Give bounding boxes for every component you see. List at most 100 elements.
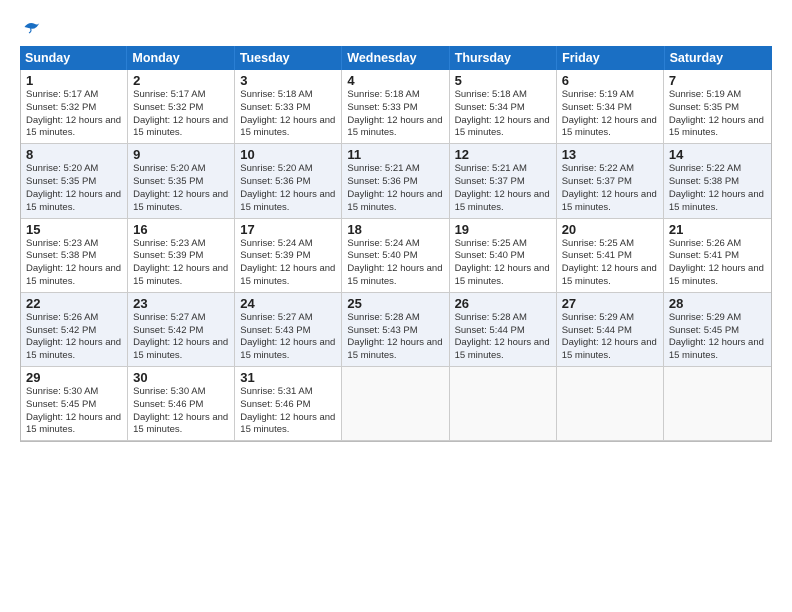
cell-info: Sunrise: 5:25 AMSunset: 5:41 PMDaylight:… (562, 238, 658, 289)
cell-info: Sunrise: 5:31 AMSunset: 5:46 PMDaylight:… (240, 386, 336, 437)
day-number: 19 (455, 222, 551, 237)
calendar-cell: 14Sunrise: 5:22 AMSunset: 5:38 PMDayligh… (664, 144, 771, 217)
logo (20, 18, 41, 36)
calendar-body: 1Sunrise: 5:17 AMSunset: 5:32 PMDaylight… (21, 70, 771, 441)
calendar-cell: 26Sunrise: 5:28 AMSunset: 5:44 PMDayligh… (450, 293, 557, 366)
day-number: 8 (26, 147, 122, 162)
day-number: 30 (133, 370, 229, 385)
calendar-cell (450, 367, 557, 440)
calendar-cell: 23Sunrise: 5:27 AMSunset: 5:42 PMDayligh… (128, 293, 235, 366)
day-number: 2 (133, 73, 229, 88)
cell-info: Sunrise: 5:26 AMSunset: 5:41 PMDaylight:… (669, 238, 766, 289)
day-number: 25 (347, 296, 443, 311)
day-number: 11 (347, 147, 443, 162)
calendar-cell: 12Sunrise: 5:21 AMSunset: 5:37 PMDayligh… (450, 144, 557, 217)
cell-info: Sunrise: 5:18 AMSunset: 5:33 PMDaylight:… (347, 89, 443, 140)
calendar-header: SundayMondayTuesdayWednesdayThursdayFrid… (20, 46, 772, 70)
day-number: 23 (133, 296, 229, 311)
header (20, 18, 772, 36)
calendar-cell: 29Sunrise: 5:30 AMSunset: 5:45 PMDayligh… (21, 367, 128, 440)
calendar-cell: 15Sunrise: 5:23 AMSunset: 5:38 PMDayligh… (21, 219, 128, 292)
day-number: 17 (240, 222, 336, 237)
calendar-cell: 7Sunrise: 5:19 AMSunset: 5:35 PMDaylight… (664, 70, 771, 143)
cell-info: Sunrise: 5:17 AMSunset: 5:32 PMDaylight:… (26, 89, 122, 140)
calendar-cell: 1Sunrise: 5:17 AMSunset: 5:32 PMDaylight… (21, 70, 128, 143)
cell-info: Sunrise: 5:21 AMSunset: 5:36 PMDaylight:… (347, 163, 443, 214)
calendar-cell: 18Sunrise: 5:24 AMSunset: 5:40 PMDayligh… (342, 219, 449, 292)
cell-info: Sunrise: 5:29 AMSunset: 5:44 PMDaylight:… (562, 312, 658, 363)
cell-info: Sunrise: 5:27 AMSunset: 5:43 PMDaylight:… (240, 312, 336, 363)
calendar-cell: 8Sunrise: 5:20 AMSunset: 5:35 PMDaylight… (21, 144, 128, 217)
calendar-cell: 3Sunrise: 5:18 AMSunset: 5:33 PMDaylight… (235, 70, 342, 143)
calendar-cell: 4Sunrise: 5:18 AMSunset: 5:33 PMDaylight… (342, 70, 449, 143)
cell-info: Sunrise: 5:29 AMSunset: 5:45 PMDaylight:… (669, 312, 766, 363)
cell-info: Sunrise: 5:23 AMSunset: 5:38 PMDaylight:… (26, 238, 122, 289)
cell-info: Sunrise: 5:28 AMSunset: 5:44 PMDaylight:… (455, 312, 551, 363)
header-cell-tuesday: Tuesday (235, 46, 342, 70)
calendar-cell: 30Sunrise: 5:30 AMSunset: 5:46 PMDayligh… (128, 367, 235, 440)
calendar-row: 8Sunrise: 5:20 AMSunset: 5:35 PMDaylight… (21, 144, 771, 218)
day-number: 14 (669, 147, 766, 162)
cell-info: Sunrise: 5:17 AMSunset: 5:32 PMDaylight:… (133, 89, 229, 140)
calendar-cell: 28Sunrise: 5:29 AMSunset: 5:45 PMDayligh… (664, 293, 771, 366)
cell-info: Sunrise: 5:18 AMSunset: 5:34 PMDaylight:… (455, 89, 551, 140)
day-number: 18 (347, 222, 443, 237)
cell-info: Sunrise: 5:28 AMSunset: 5:43 PMDaylight:… (347, 312, 443, 363)
day-number: 20 (562, 222, 658, 237)
day-number: 7 (669, 73, 766, 88)
header-cell-sunday: Sunday (20, 46, 127, 70)
cell-info: Sunrise: 5:20 AMSunset: 5:35 PMDaylight:… (26, 163, 122, 214)
calendar-cell: 27Sunrise: 5:29 AMSunset: 5:44 PMDayligh… (557, 293, 664, 366)
calendar-cell: 25Sunrise: 5:28 AMSunset: 5:43 PMDayligh… (342, 293, 449, 366)
day-number: 3 (240, 73, 336, 88)
header-cell-monday: Monday (127, 46, 234, 70)
calendar-row: 15Sunrise: 5:23 AMSunset: 5:38 PMDayligh… (21, 219, 771, 293)
logo-bird-icon (23, 18, 41, 36)
calendar-cell: 19Sunrise: 5:25 AMSunset: 5:40 PMDayligh… (450, 219, 557, 292)
cell-info: Sunrise: 5:20 AMSunset: 5:36 PMDaylight:… (240, 163, 336, 214)
cell-info: Sunrise: 5:19 AMSunset: 5:35 PMDaylight:… (669, 89, 766, 140)
cell-info: Sunrise: 5:25 AMSunset: 5:40 PMDaylight:… (455, 238, 551, 289)
calendar-row: 1Sunrise: 5:17 AMSunset: 5:32 PMDaylight… (21, 70, 771, 144)
cell-info: Sunrise: 5:27 AMSunset: 5:42 PMDaylight:… (133, 312, 229, 363)
day-number: 12 (455, 147, 551, 162)
calendar-cell: 24Sunrise: 5:27 AMSunset: 5:43 PMDayligh… (235, 293, 342, 366)
day-number: 16 (133, 222, 229, 237)
calendar-cell: 16Sunrise: 5:23 AMSunset: 5:39 PMDayligh… (128, 219, 235, 292)
calendar-cell (557, 367, 664, 440)
calendar-cell: 2Sunrise: 5:17 AMSunset: 5:32 PMDaylight… (128, 70, 235, 143)
calendar-cell: 13Sunrise: 5:22 AMSunset: 5:37 PMDayligh… (557, 144, 664, 217)
day-number: 31 (240, 370, 336, 385)
calendar-cell: 22Sunrise: 5:26 AMSunset: 5:42 PMDayligh… (21, 293, 128, 366)
calendar-cell (664, 367, 771, 440)
calendar-cell: 9Sunrise: 5:20 AMSunset: 5:35 PMDaylight… (128, 144, 235, 217)
day-number: 6 (562, 73, 658, 88)
calendar-cell (342, 367, 449, 440)
cell-info: Sunrise: 5:18 AMSunset: 5:33 PMDaylight:… (240, 89, 336, 140)
day-number: 29 (26, 370, 122, 385)
cell-info: Sunrise: 5:30 AMSunset: 5:45 PMDaylight:… (26, 386, 122, 437)
calendar-cell: 31Sunrise: 5:31 AMSunset: 5:46 PMDayligh… (235, 367, 342, 440)
day-number: 4 (347, 73, 443, 88)
calendar-cell: 10Sunrise: 5:20 AMSunset: 5:36 PMDayligh… (235, 144, 342, 217)
day-number: 22 (26, 296, 122, 311)
day-number: 5 (455, 73, 551, 88)
cell-info: Sunrise: 5:24 AMSunset: 5:40 PMDaylight:… (347, 238, 443, 289)
day-number: 10 (240, 147, 336, 162)
calendar-cell: 11Sunrise: 5:21 AMSunset: 5:36 PMDayligh… (342, 144, 449, 217)
cell-info: Sunrise: 5:26 AMSunset: 5:42 PMDaylight:… (26, 312, 122, 363)
calendar-cell: 5Sunrise: 5:18 AMSunset: 5:34 PMDaylight… (450, 70, 557, 143)
day-number: 28 (669, 296, 766, 311)
calendar-cell: 6Sunrise: 5:19 AMSunset: 5:34 PMDaylight… (557, 70, 664, 143)
calendar-cell: 17Sunrise: 5:24 AMSunset: 5:39 PMDayligh… (235, 219, 342, 292)
day-number: 21 (669, 222, 766, 237)
cell-info: Sunrise: 5:30 AMSunset: 5:46 PMDaylight:… (133, 386, 229, 437)
cell-info: Sunrise: 5:24 AMSunset: 5:39 PMDaylight:… (240, 238, 336, 289)
day-number: 15 (26, 222, 122, 237)
calendar-row: 22Sunrise: 5:26 AMSunset: 5:42 PMDayligh… (21, 293, 771, 367)
day-number: 1 (26, 73, 122, 88)
page: SundayMondayTuesdayWednesdayThursdayFrid… (0, 0, 792, 612)
cell-info: Sunrise: 5:22 AMSunset: 5:37 PMDaylight:… (562, 163, 658, 214)
header-cell-friday: Friday (557, 46, 664, 70)
day-number: 13 (562, 147, 658, 162)
